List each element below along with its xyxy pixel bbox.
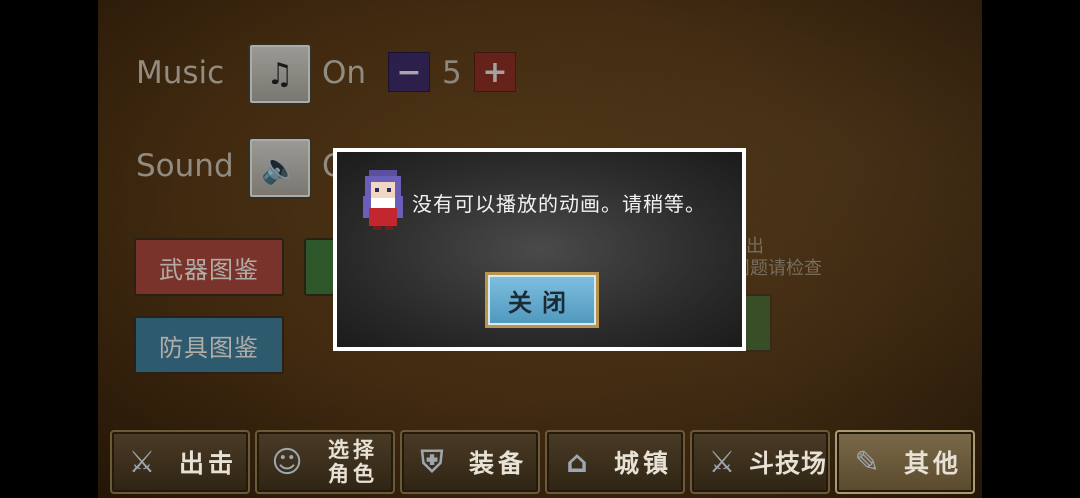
character-avatar-icon [363,170,403,230]
tab-sortie[interactable]: ⚔ 出击 [110,430,250,494]
dialog-message: 没有可以播放的动画。请稍等。 [412,192,706,216]
tab-arena[interactable]: ⚔ 斗技场 [690,430,830,494]
dialog-body: 没有可以播放的动画。请稍等。 关闭 [337,152,742,347]
sortie-icon: ⚔ [128,444,156,480]
town-icon: ⌂ [566,444,588,480]
equipment-icon: ⛨ [420,444,444,480]
other-icon: ✎ [854,444,880,480]
close-button[interactable]: 关闭 [485,272,599,328]
tab-town[interactable]: ⌂ 城镇 [545,430,685,494]
character-select-icon: ☺ [271,444,303,480]
message-dialog: 没有可以播放的动画。请稍等。 关闭 [333,148,746,351]
tab-equipment[interactable]: ⛨ 装备 [400,430,540,494]
bottom-nav: ⚔ 出击 ☺ 选择 角色 ⛨ 装备 ⌂ 城镇 ⚔ 斗技场 ✎ 其他 [98,426,982,496]
tab-character-select[interactable]: ☺ 选择 角色 [255,430,395,494]
tab-other[interactable]: ✎ 其他 [835,430,975,494]
arena-icon: ⚔ [708,444,736,480]
